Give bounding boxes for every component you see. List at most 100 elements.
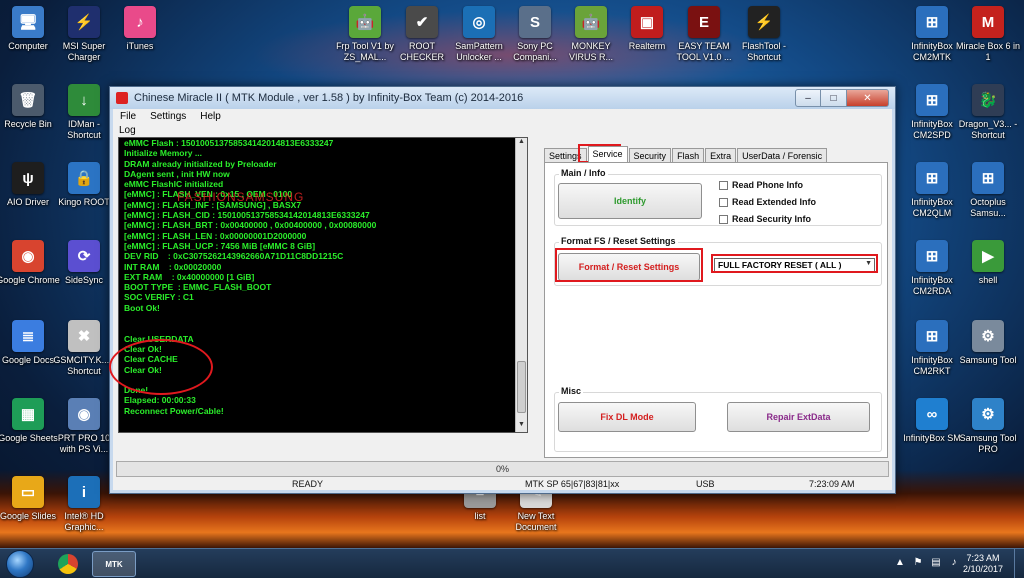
- log-line: eMMC Flash : 150100513758534142014813E63…: [124, 138, 334, 148]
- scroll-down-icon[interactable]: ▼: [516, 421, 527, 432]
- log-overlay-text: FASHIONSAMSUNG: [177, 190, 305, 204]
- desktop-icon-label: shell: [978, 275, 998, 285]
- desktop-icon-glyph: ⊞: [972, 162, 1004, 194]
- log-line: DAgent sent , init HW now: [124, 168, 230, 179]
- desktop-icon-glyph: ◉: [12, 240, 44, 272]
- misc-title: Misc: [559, 386, 584, 396]
- tray-flag-icon[interactable]: ⚑: [911, 557, 925, 568]
- desktop-icon-label: Kingo ROOT: [58, 197, 110, 207]
- checkbox-box[interactable]: [719, 180, 728, 190]
- desktop-icon-label: Samsung Tool PRO: [959, 433, 1017, 454]
- desktop-icon-label: FlashTool - Shortcut: [741, 41, 786, 62]
- status-bar: READY MTK SP 65|67|83|81|xx USB 7:23:09 …: [113, 479, 892, 490]
- checkbox-box[interactable]: [719, 214, 728, 224]
- log-line: EXT RAM : 0x40000000 [1 GiB]: [124, 271, 255, 282]
- desktop-icon[interactable]: ⊞ Octoplus Samsu...: [954, 162, 1022, 219]
- taskbar-chrome[interactable]: [46, 551, 90, 577]
- checkbox-box[interactable]: [719, 197, 728, 207]
- desktop-icon-label: GSMCITY.K... - Shortcut: [53, 355, 115, 376]
- desktop-icon-label: SideSync: [64, 275, 104, 285]
- desktop-icon[interactable]: 🔒 Kingo ROOT: [50, 162, 118, 208]
- misc-group: Misc Fix DL Mode Repair ExtData: [554, 386, 882, 452]
- desktop-icon[interactable]: ▶ shell: [954, 240, 1022, 286]
- desktop-icon-glyph: ▭: [12, 476, 44, 508]
- desktop-icon-label: Intel® HD Graphic...: [64, 511, 104, 532]
- show-desktop-button[interactable]: [1014, 549, 1024, 578]
- main-info-group: Main / Info Identify Read Phone Info Rea…: [554, 168, 882, 226]
- desktop-icon-glyph: ∞: [916, 398, 948, 430]
- desktop-icon-glyph: ⚡: [748, 6, 780, 38]
- tab-userdata-forensic[interactable]: UserData / Forensic: [737, 148, 828, 163]
- desktop-icon-glyph: ▦: [12, 398, 44, 430]
- clock-date: 2/10/2017: [962, 564, 1004, 574]
- scroll-thumb[interactable]: [517, 361, 526, 413]
- desktop-icon-label: Dragon_V3... - Shortcut: [958, 119, 1018, 140]
- read-security-info-label: Read Security Info: [732, 214, 812, 224]
- desktop-icon-glyph: ♪: [124, 6, 156, 38]
- desktop-icon[interactable]: i Intel® HD Graphic...: [50, 476, 118, 533]
- desktop-icon[interactable]: ⚙ Samsung Tool PRO: [954, 398, 1022, 455]
- identify-button[interactable]: Identify: [558, 183, 702, 219]
- tab-strip: Settings Service Security Flash Extra Us…: [544, 146, 828, 163]
- log-line: DEV RID : 0xC3075262143962660A71D11C8DD1…: [124, 251, 344, 262]
- log-line: Initialize Memory ...: [124, 148, 202, 159]
- log-label: Log: [119, 125, 136, 136]
- service-panel: Main / Info Identify Read Phone Info Rea…: [544, 162, 888, 458]
- minimize-button[interactable]: –: [795, 89, 821, 107]
- desktop-icon[interactable]: ⚡ FlashTool - Shortcut: [730, 6, 798, 63]
- menu-file[interactable]: File: [113, 109, 143, 125]
- log-line: BOOT TYPE : EMMC_FLASH_BOOT: [124, 282, 272, 293]
- desktop-icon-glyph: ⚙: [972, 320, 1004, 352]
- repair-extdata-button[interactable]: Repair ExtData: [727, 402, 870, 432]
- desktop-icon[interactable]: ⟳ SideSync: [50, 240, 118, 286]
- desktop-icon[interactable]: ⚙ Samsung Tool: [954, 320, 1022, 366]
- desktop-icon[interactable]: M Miracle Box 6 in 1: [954, 6, 1022, 63]
- log-line: Reconnect Power/Cable!: [124, 405, 224, 416]
- read-security-info-checkbox[interactable]: Read Security Info: [719, 214, 811, 224]
- desktop-icon-glyph: i: [68, 476, 100, 508]
- desktop-icon-label: Samsung Tool: [959, 355, 1017, 365]
- desktop-icon[interactable]: E EASY TEAM TOOL V1.0 ...: [670, 6, 738, 63]
- desktop-icon-glyph: ⊞: [916, 240, 948, 272]
- desktop-icon-glyph: ⊞: [916, 84, 948, 116]
- scroll-up-icon[interactable]: ▲: [516, 138, 527, 149]
- desktop-icon-glyph: ψ: [12, 162, 44, 194]
- maximize-button[interactable]: □: [821, 89, 847, 107]
- desktop-icon-glyph: ◎: [463, 6, 495, 38]
- progress-text: 0%: [495, 464, 509, 474]
- taskbar-mtk[interactable]: MTK: [92, 551, 136, 577]
- tray-clock[interactable]: 7:23 AM 2/10/2017: [958, 553, 1008, 575]
- desktop-icon[interactable]: 🐉 Dragon_V3... - Shortcut: [954, 84, 1022, 141]
- tray-network-icon[interactable]: ▤: [929, 557, 943, 568]
- log-line: Elapsed: 00:00:33: [124, 395, 196, 406]
- desktop-icon-glyph: 🗑: [12, 84, 44, 116]
- desktop-icon-glyph: ≣: [12, 320, 44, 352]
- tab-flash[interactable]: Flash: [672, 148, 705, 163]
- tab-extra[interactable]: Extra: [705, 148, 737, 163]
- status-state: READY: [292, 479, 324, 489]
- window-titlebar[interactable]: Chinese Miracle II ( MTK Module , ver 1.…: [110, 87, 895, 109]
- tab-security[interactable]: Security: [628, 148, 672, 163]
- desktop-icon[interactable]: ♪ iTunes: [106, 6, 174, 52]
- desktop-icon[interactable]: ◉ PRT PRO 10 with PS Vi...: [50, 398, 118, 455]
- desktop-icon-glyph: ▶: [972, 240, 1004, 272]
- tab-service[interactable]: Service: [587, 146, 628, 162]
- app-icon: [116, 92, 128, 104]
- read-extended-info-label: Read Extended Info: [732, 197, 817, 207]
- read-extended-info-checkbox[interactable]: Read Extended Info: [719, 197, 816, 207]
- mtk-label: MTK: [105, 559, 123, 569]
- desktop-icon[interactable]: ↓ IDMan - Shortcut: [50, 84, 118, 141]
- menu-help[interactable]: Help: [193, 109, 228, 125]
- desktop-icon-label: IDMan - Shortcut: [67, 119, 101, 140]
- log-line: [eMMC] : FLASH_CID : 1501005137585341420…: [124, 210, 370, 221]
- desktop-icon[interactable]: ✖ GSMCITY.K... - Shortcut: [50, 320, 118, 377]
- close-button[interactable]: ✕: [847, 89, 889, 107]
- start-button[interactable]: [6, 550, 34, 578]
- tray-arrow-icon[interactable]: ▲: [893, 557, 907, 568]
- status-device: MTK SP 65|67|83|81|xx: [525, 479, 620, 489]
- read-phone-info-checkbox[interactable]: Read Phone Info: [719, 180, 803, 190]
- menu-settings[interactable]: Settings: [143, 109, 193, 125]
- log-scrollbar[interactable]: ▲ ▼: [515, 138, 527, 432]
- log-line: INT RAM : 0x00020000: [124, 261, 222, 272]
- fix-dl-mode-button[interactable]: Fix DL Mode: [558, 402, 696, 432]
